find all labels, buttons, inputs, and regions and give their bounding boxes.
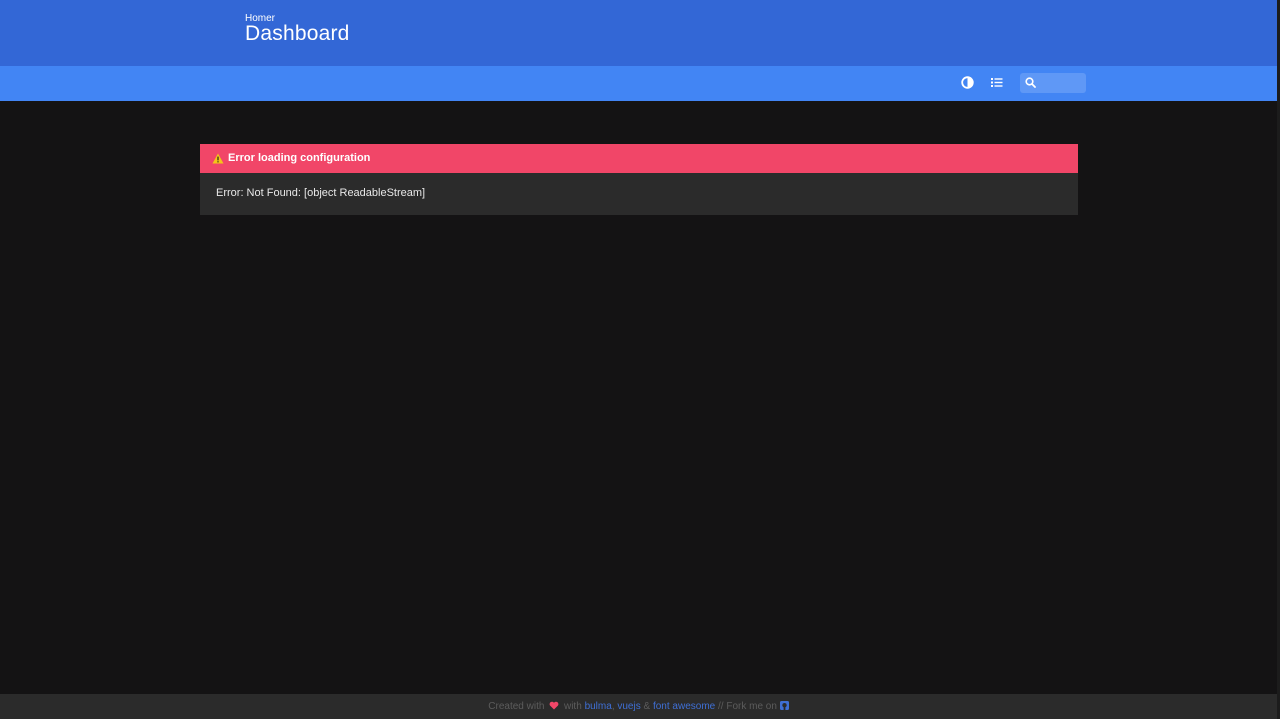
footer: Created with with bulma, vuejs & font aw… — [0, 694, 1277, 719]
list-icon[interactable] — [990, 76, 1004, 90]
footer-created-text: Created with — [488, 701, 545, 712]
search-box[interactable] — [1020, 73, 1086, 93]
error-text: Error: Not Found: [object ReadableStream… — [216, 187, 426, 199]
bulma-link[interactable]: bulma — [585, 701, 612, 712]
contrast-icon[interactable] — [961, 76, 975, 90]
github-icon[interactable] — [779, 695, 789, 719]
footer-separator: , — [611, 701, 615, 712]
error-title: Error loading configuration — [228, 152, 371, 164]
warning-icon — [212, 153, 224, 164]
search-input[interactable] — [1040, 75, 1082, 91]
heart-icon — [549, 701, 559, 710]
search-icon — [1025, 77, 1036, 88]
error-header: Error loading configuration — [200, 144, 1078, 173]
footer-amp: & — [643, 701, 651, 712]
page: Homer Dashboard Error loading configurat… — [0, 0, 1280, 719]
footer-fork-text: // Fork me on — [718, 701, 777, 712]
font-awesome-link[interactable]: font awesome — [653, 701, 715, 712]
page-title: Dashboard — [245, 22, 350, 45]
error-message: Error loading configuration Error: Not F… — [200, 144, 1078, 215]
footer-with-text: with — [563, 701, 582, 712]
vuejs-link[interactable]: vuejs — [617, 701, 640, 712]
header: Homer Dashboard — [0, 0, 1277, 66]
